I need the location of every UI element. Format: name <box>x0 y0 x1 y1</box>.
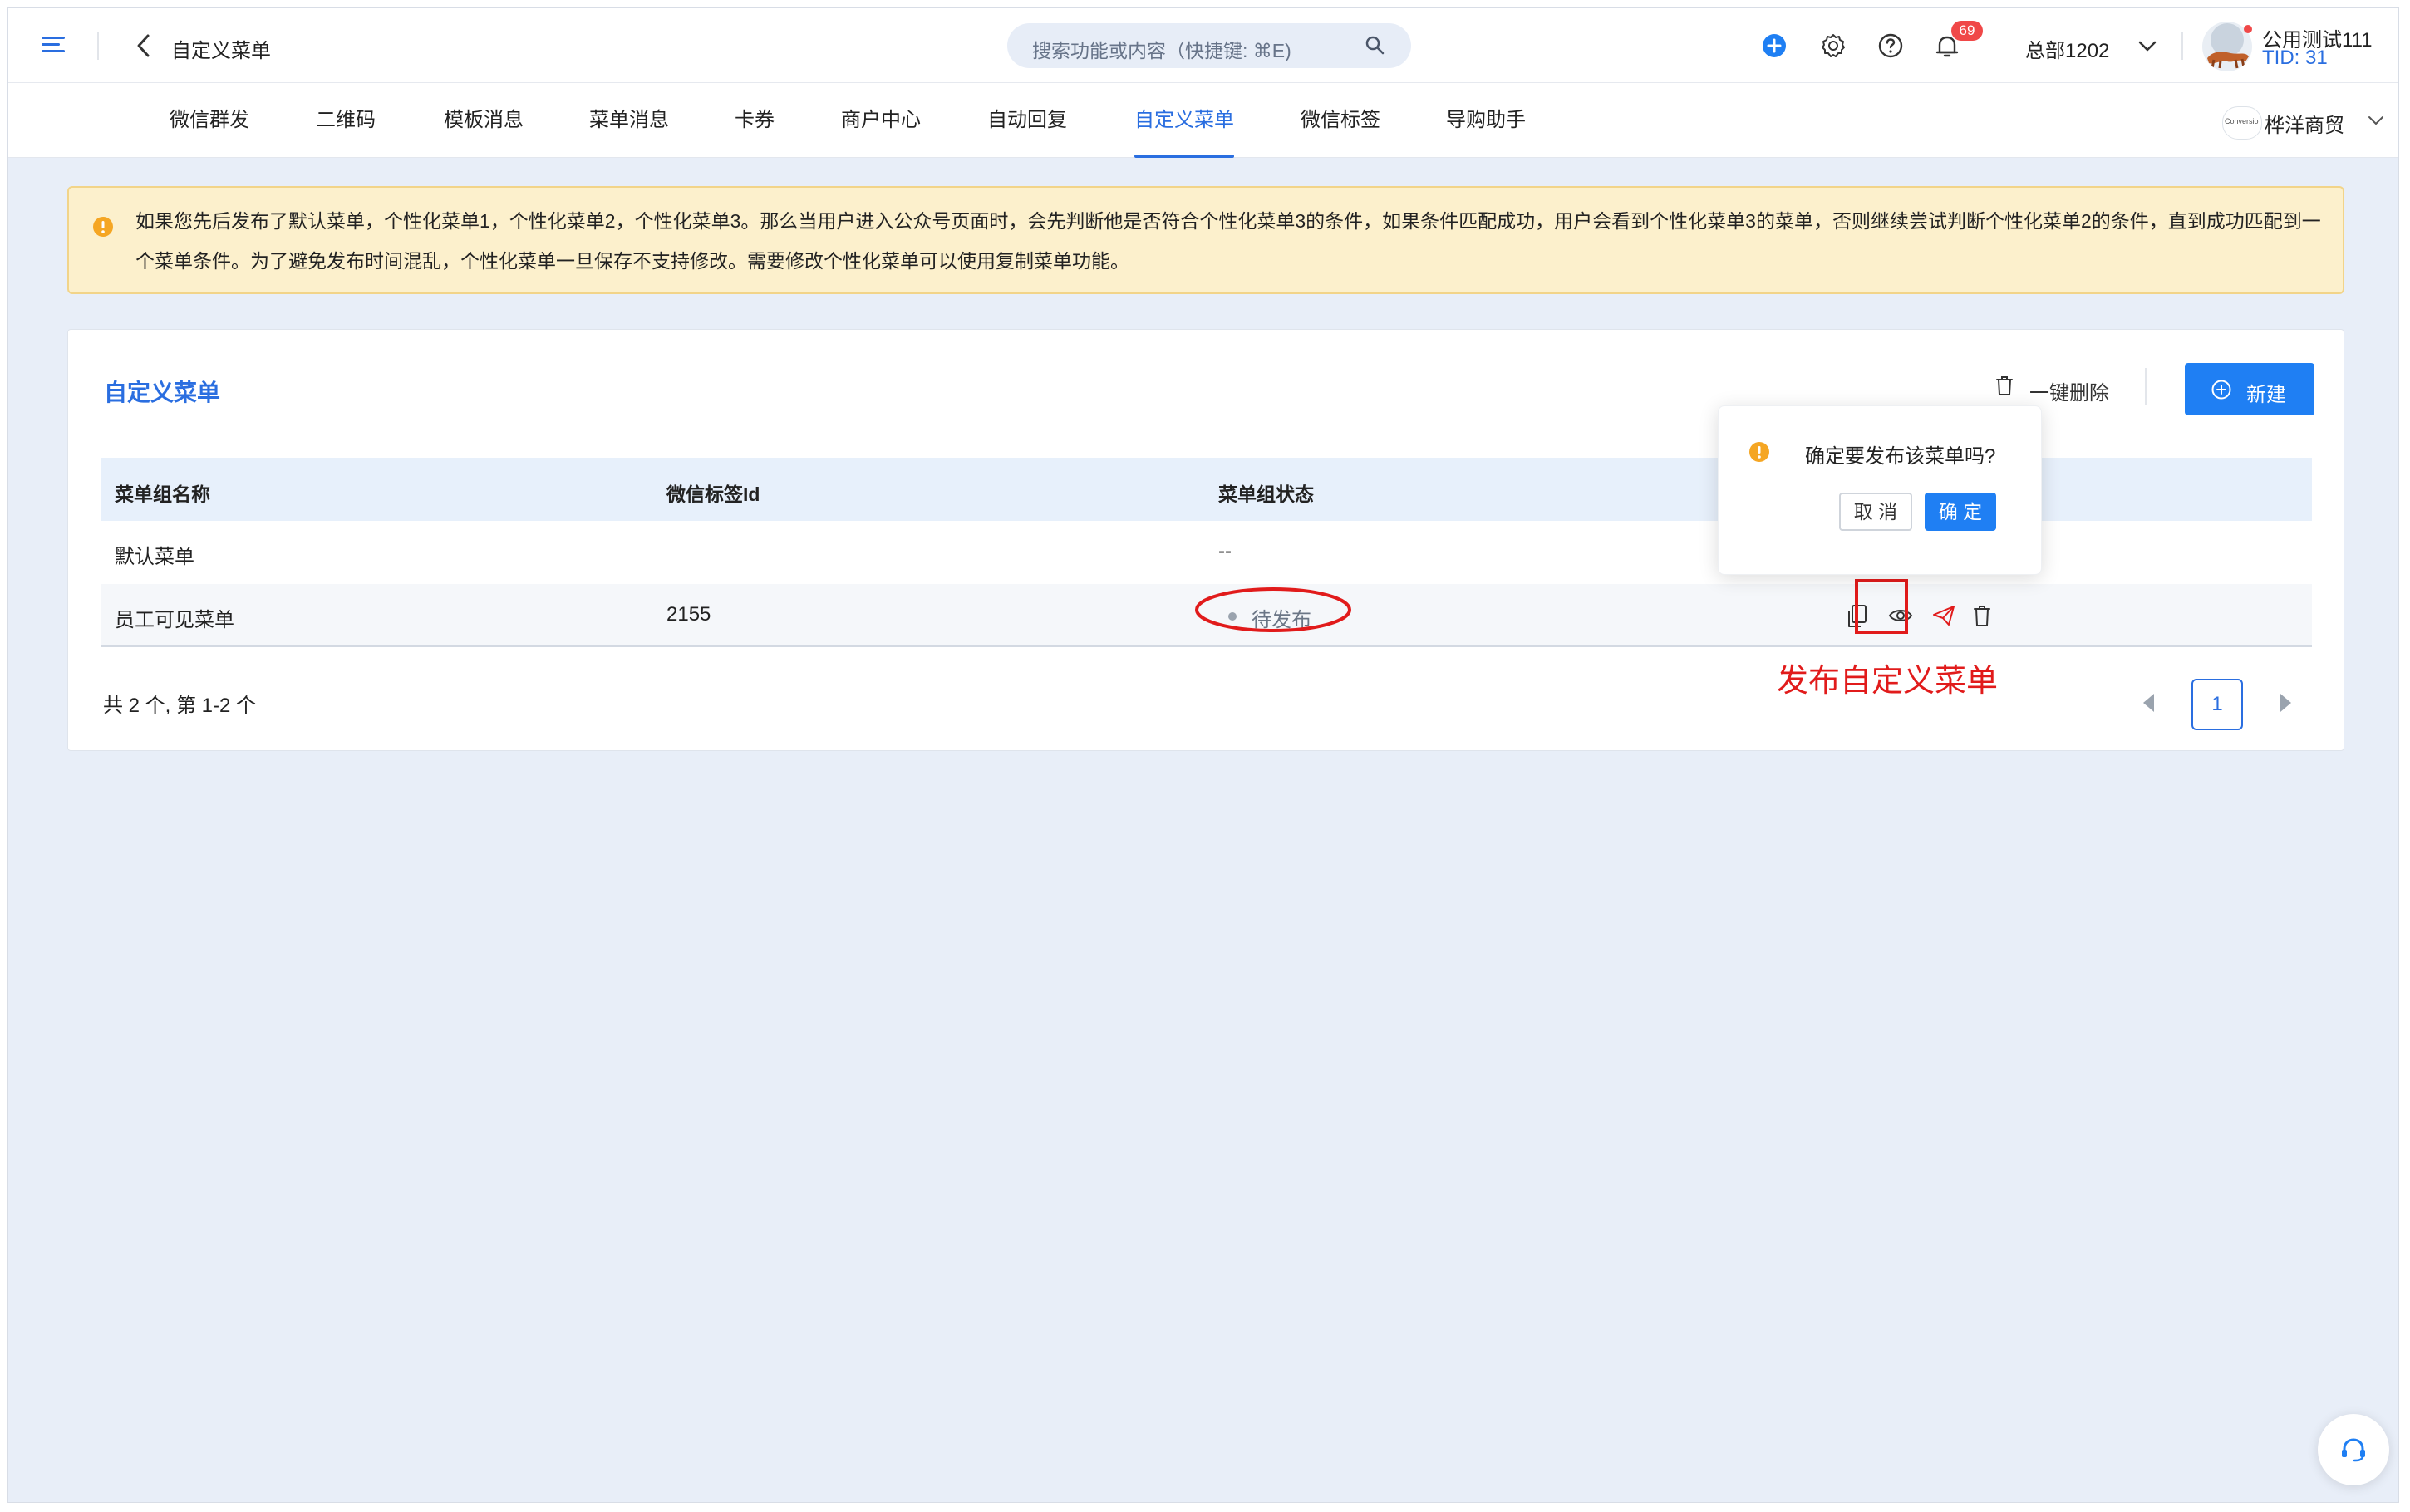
account-logo-text: Conversio <box>2225 117 2259 125</box>
trash-icon[interactable] <box>1994 375 2014 396</box>
org-selector-label[interactable]: 总部1202 <box>2025 34 2109 63</box>
back-arrow-icon[interactable] <box>135 33 153 58</box>
top-bar: 自定义菜单 搜索功能或内容（快捷键: ⌘E) 69 总部1202 公用测试111… <box>8 8 2398 83</box>
publish-highlight-box <box>1855 579 1908 634</box>
tenant-id: TID: 31 <box>2262 47 2328 69</box>
search-placeholder: 搜索功能或内容（快捷键: ⌘E) <box>1032 40 1291 61</box>
tab-coupons[interactable]: 卡券 <box>735 83 775 158</box>
warning-icon <box>1748 441 1770 463</box>
page-title: 自定义菜单 <box>171 40 271 62</box>
publish-confirm-popover: 确定要发布该菜单吗? 取 消 确 定 <box>1718 405 2042 575</box>
menu-group-name: 默认菜单 <box>115 546 194 568</box>
panel-title: 自定义菜单 <box>104 380 221 405</box>
new-button-label: 新建 <box>2246 384 2286 406</box>
account-selector-label[interactable]: 桦洋商贸 <box>2265 109 2344 138</box>
tab-custom-menu[interactable]: 自定义菜单 <box>1134 83 1234 158</box>
module-tabs: 微信群发 二维码 模板消息 菜单消息 卡券 商户中心 自动回复 自定义菜单 微信… <box>8 83 2398 158</box>
search-icon[interactable] <box>1365 35 1386 56</box>
gear-icon[interactable] <box>1820 32 1847 59</box>
notice-banner: 如果您先后发布了默认菜单，个性化菜单1，个性化菜单2，个性化菜单3。那么当用户进… <box>67 186 2344 294</box>
current-page-button[interactable]: 1 <box>2191 679 2243 730</box>
divider <box>2145 368 2147 405</box>
notification-badge: 69 <box>1951 21 1983 41</box>
confirm-message: 确定要发布该菜单吗? <box>1805 445 1996 468</box>
chevron-down-icon[interactable] <box>2137 40 2157 53</box>
tab-wechat-broadcast[interactable]: 微信群发 <box>170 83 249 158</box>
prev-page-icon[interactable] <box>2141 692 2157 714</box>
menu-group-status: -- <box>1218 540 1232 562</box>
tab-template-message[interactable]: 模板消息 <box>444 83 524 158</box>
plus-circle-icon <box>2211 380 2231 400</box>
menu-toggle-icon[interactable] <box>42 34 66 56</box>
tab-merchant-center[interactable]: 商户中心 <box>841 83 921 158</box>
publish-icon[interactable] <box>1932 605 1955 626</box>
tab-menu-message[interactable]: 菜单消息 <box>589 83 669 158</box>
menu-tag-id: 2155 <box>666 603 711 626</box>
column-header-status: 菜单组状态 <box>1218 484 1314 505</box>
tab-shopping-guide[interactable]: 导购助手 <box>1446 83 1526 158</box>
account-logo[interactable]: Conversio <box>2222 106 2262 140</box>
tab-wechat-tags[interactable]: 微信标签 <box>1301 83 1380 158</box>
column-header-tag-id: 微信标签Id <box>666 484 760 505</box>
menu-group-name: 员工可见菜单 <box>115 609 234 631</box>
status-dot <box>2244 25 2252 33</box>
headset-icon <box>2339 1436 2368 1464</box>
status-highlight-ellipse <box>1195 587 1351 632</box>
support-button[interactable] <box>2318 1414 2389 1485</box>
divider <box>2181 32 2183 60</box>
chevron-down-icon[interactable] <box>2367 115 2385 126</box>
notice-text: 如果您先后发布了默认菜单，个性化菜单1，个性化菜单2，个性化菜单3。那么当用户进… <box>135 210 2321 272</box>
help-icon[interactable] <box>1877 32 1904 59</box>
search-box[interactable]: 搜索功能或内容（快捷键: ⌘E) <box>1007 23 1411 68</box>
add-icon[interactable] <box>1762 33 1787 58</box>
pagination-summary: 共 2 个, 第 1-2 个 <box>103 695 257 717</box>
column-header-name: 菜单组名称 <box>115 484 210 505</box>
tab-auto-reply[interactable]: 自动回复 <box>987 83 1067 158</box>
cancel-button[interactable]: 取 消 <box>1839 493 1912 531</box>
new-button[interactable]: 新建 <box>2185 363 2314 415</box>
delete-all-button[interactable]: 一键删除 <box>2029 376 2109 405</box>
warning-icon <box>92 216 114 238</box>
tab-qrcode[interactable]: 二维码 <box>316 83 376 158</box>
app-window: 自定义菜单 搜索功能或内容（快捷键: ⌘E) 69 总部1202 公用测试111… <box>7 7 2399 1503</box>
confirm-button[interactable]: 确 定 <box>1925 493 1996 531</box>
trash-icon[interactable] <box>1972 604 1992 627</box>
annotation-label: 发布自定义菜单 <box>1777 664 1999 699</box>
next-page-icon[interactable] <box>2277 692 2294 714</box>
divider <box>97 32 99 60</box>
